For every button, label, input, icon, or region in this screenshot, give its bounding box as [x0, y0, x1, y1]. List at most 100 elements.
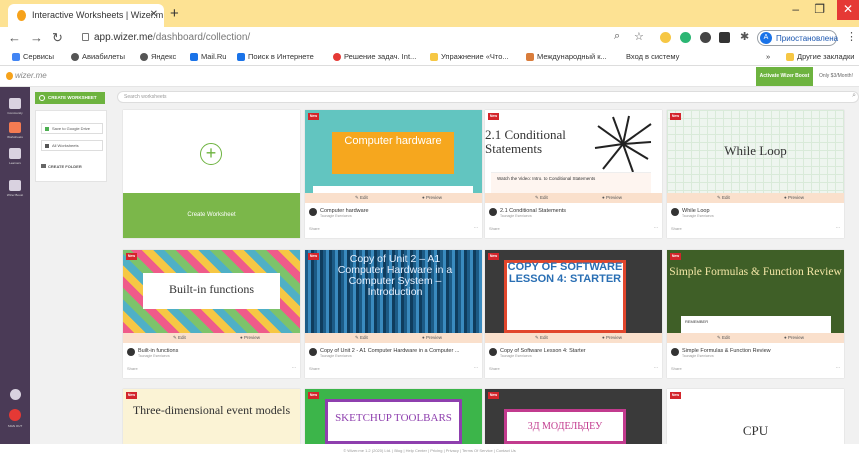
other-bookmarks[interactable]: Другие закладки — [786, 52, 854, 61]
worksheet-card[interactable]: New Built-in functions ✎ Edit ● Preview B… — [123, 250, 300, 378]
worksheet-card[interactable]: New 3Д МОДЕЛЬДЕУ — [485, 389, 662, 444]
slide-subtitle: REMEMBER — [685, 319, 709, 324]
share-button[interactable]: Share — [127, 366, 138, 371]
worksheet-card[interactable]: New Three-dimensional event models — [123, 389, 300, 444]
bookmark-services[interactable]: Сервисы — [12, 52, 54, 61]
more-icon[interactable]: ... — [292, 364, 296, 370]
avatar — [309, 208, 317, 216]
more-icon[interactable]: ... — [654, 224, 658, 230]
wizer-logo[interactable]: wizer.me — [6, 71, 47, 80]
menu-kebab-icon[interactable]: ⋮ — [846, 30, 857, 43]
share-button[interactable]: Share — [671, 366, 682, 371]
worksheet-card[interactable]: New 2.1 Conditional Statements Watch the… — [485, 110, 662, 238]
extension-dark-icon[interactable] — [700, 32, 711, 43]
worksheet-card[interactable]: New Computer hardware ✎ Edit ● Preview Co… — [305, 110, 482, 238]
close-window-button[interactable]: ✕ — [837, 0, 859, 20]
share-button[interactable]: Share — [489, 366, 500, 371]
extension-moon-icon[interactable] — [660, 32, 671, 43]
tab-close-icon[interactable]: ✕ — [150, 9, 158, 20]
card-info: While Loop Taunagie Eseniaeva Share... — [667, 203, 844, 238]
reload-icon[interactable]: ↻ — [52, 30, 63, 46]
create-card-top: + — [123, 110, 300, 193]
bookmark-mailru[interactable]: Mail.Ru — [190, 52, 226, 61]
preview-button[interactable]: ● Preview — [602, 195, 622, 200]
forward-arrow-icon[interactable]: → — [30, 30, 43, 45]
create-worksheet-card[interactable]: + Create Worksheet — [123, 110, 300, 238]
card-actions: ✎ Edit ● Preview — [485, 193, 662, 203]
card-info: Copy of Unit 2 - A1 Computer Hardware in… — [305, 343, 482, 378]
preview-button[interactable]: ● Preview — [784, 195, 804, 200]
share-button[interactable]: Share — [309, 366, 320, 371]
minimize-button[interactable]: – — [792, 2, 799, 16]
worksheet-card[interactable]: New Copy of Unit 2 – A1 Computer Hardwar… — [305, 250, 482, 378]
new-badge: New — [488, 253, 499, 260]
worksheet-card[interactable]: New CPU — [667, 389, 844, 444]
mailru-icon — [190, 53, 198, 61]
back-arrow-icon[interactable]: ← — [8, 30, 21, 45]
activate-boost-button[interactable]: Activate Wizer Boost — [756, 67, 813, 86]
preview-button[interactable]: ● Preview — [784, 335, 804, 340]
preview-button[interactable]: ● Preview — [422, 195, 442, 200]
edit-button[interactable]: ✎ Edit — [717, 195, 730, 201]
bookmark-international[interactable]: Международный к... — [526, 52, 607, 61]
learners-icon — [9, 148, 21, 159]
worksheet-card[interactable]: New While Loop ✎ Edit ● Preview While Loo… — [667, 110, 844, 238]
globe-icon — [140, 53, 148, 61]
browser-tab[interactable]: Interactive Worksheets | Wizer.m ✕ — [8, 4, 164, 27]
sidebar-item-boost[interactable]: Wizer Boost — [0, 177, 30, 203]
worksheet-card[interactable]: New Simple Formulas & Function Review RE… — [667, 250, 844, 378]
bookmark-yandex[interactable]: Яндекс — [140, 52, 176, 61]
preview-button[interactable]: ● Preview — [422, 335, 442, 340]
card-info: Built-in functions Taunagie Eseniaeva Shar… — [123, 343, 300, 378]
edit-button[interactable]: ✎ Edit — [717, 335, 730, 341]
bookmark-problems[interactable]: Решение задач. Int... — [333, 52, 416, 61]
bookmark-exercise[interactable]: Упражнение «Что... — [430, 52, 509, 61]
avatar — [309, 348, 317, 356]
extension-green-icon[interactable] — [680, 32, 691, 43]
share-button[interactable]: Share — [671, 226, 682, 231]
edit-button[interactable]: ✎ Edit — [535, 195, 548, 201]
preview-button[interactable]: ● Preview — [602, 335, 622, 340]
edit-button[interactable]: ✎ Edit — [173, 335, 186, 341]
sidebar-item-worksheets[interactable]: Worksheets — [0, 119, 30, 145]
profile-button[interactable]: A Приостановлена — [757, 30, 838, 46]
more-icon[interactable]: ... — [474, 224, 478, 230]
edit-button[interactable]: ✎ Edit — [355, 335, 368, 341]
search-icon[interactable]: ⌕ — [614, 30, 620, 43]
more-icon[interactable]: ... — [836, 364, 840, 370]
user-avatar-button[interactable]: SIGN OUT — [0, 409, 30, 428]
more-icon[interactable]: ... — [836, 224, 840, 230]
star-icon[interactable]: ☆ — [634, 30, 644, 43]
share-button[interactable]: Share — [309, 226, 320, 231]
more-icon[interactable]: ... — [474, 364, 478, 370]
edit-button[interactable]: ✎ Edit — [535, 335, 548, 341]
maximize-button[interactable]: ❐ — [814, 2, 825, 16]
card-thumbnail: New SKETCHUP TOOLBARS — [305, 389, 482, 444]
worksheet-card[interactable]: New COPY OF SOFTWARE LESSON 4: STARTER ✎… — [485, 250, 662, 378]
create-worksheet-button[interactable]: CREATE WORKSHEET — [35, 92, 105, 104]
extensions-puzzle-icon[interactable]: ✱ — [740, 30, 749, 43]
extension-badge-icon[interactable] — [719, 32, 730, 43]
share-button[interactable]: Share — [489, 226, 500, 231]
settings-button[interactable] — [0, 389, 30, 400]
bookmark-login[interactable]: Вход в систему — [626, 52, 679, 61]
card-author: Taunagie Eseniaeva — [500, 354, 532, 358]
preview-button[interactable]: ● Preview — [240, 335, 260, 340]
url-field[interactable]: app.wizer.me/dashboard/collection/ — [82, 30, 662, 47]
create-folder-button[interactable]: CREATE FOLDER — [41, 164, 82, 169]
worksheet-card[interactable]: New SKETCHUP TOOLBARS — [305, 389, 482, 444]
more-icon[interactable]: ... — [654, 364, 658, 370]
sidebar-item-learners[interactable]: Learners — [0, 145, 30, 171]
search-input[interactable]: Search worksheets ⌕ — [117, 91, 859, 103]
bookmark-search[interactable]: Поиск в Интернете — [237, 52, 314, 61]
search-icon[interactable]: ⌕ — [852, 92, 856, 100]
all-worksheets-folder[interactable]: All Worksheets — [41, 140, 103, 151]
edit-button[interactable]: ✎ Edit — [355, 195, 368, 201]
save-to-drive-button[interactable]: Save to Google Drive — [41, 123, 103, 134]
new-badge: New — [308, 392, 319, 399]
slide-title: Built-in functions — [169, 282, 254, 296]
bookmarks-overflow-icon[interactable]: » — [766, 52, 770, 61]
new-tab-button[interactable]: + — [170, 5, 179, 22]
bookmark-flights[interactable]: Авиабилеты — [71, 52, 125, 61]
sidebar-item-community[interactable]: Community — [0, 95, 30, 121]
